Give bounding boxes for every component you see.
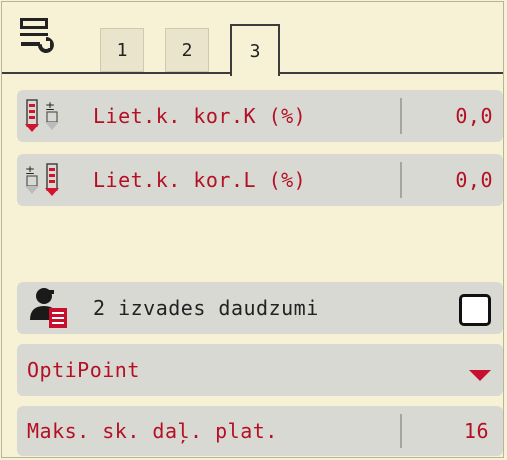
tab-1-label: 1 — [116, 39, 128, 61]
tab-bar: 1 2 3 — [2, 2, 503, 76]
optipoint-dropdown[interactable]: OptiPoint — [17, 344, 503, 396]
tab-2-label: 2 — [181, 39, 193, 61]
svg-text:±: ± — [45, 99, 56, 113]
tab-3-label: 3 — [249, 40, 261, 62]
wrench-settings-icon — [20, 18, 54, 53]
rate-correction-l-row[interactable]: ± Liet.k. kor.L (%) 0,0 — [17, 154, 503, 206]
dual-output-checkbox[interactable] — [459, 294, 491, 326]
settings-panel: 1 2 3 ± Liet.k. kor.K (%) 0,0 ± Liet.k. … — [1, 1, 504, 458]
divider — [400, 414, 402, 448]
rate-correction-k-row[interactable]: ± Liet.k. kor.K (%) 0,0 — [17, 90, 503, 142]
rate-correction-k-value[interactable]: 0,0 — [455, 104, 493, 128]
spread-rate-correction-right-icon: ± — [25, 163, 59, 196]
tab-3[interactable]: 3 — [230, 24, 280, 76]
max-sections-row[interactable]: Maks. sk. daļ. plat. 16 — [17, 406, 503, 456]
optipoint-label: OptiPoint — [27, 358, 140, 382]
dual-output-label: 2 izvades daudzumi — [93, 296, 319, 320]
spread-rate-correction-left-icon: ± — [25, 99, 59, 132]
dual-output-row[interactable]: 2 izvades daudzumi — [17, 282, 503, 334]
max-sections-value[interactable]: 16 — [464, 419, 489, 443]
rate-correction-k-label: Liet.k. kor.K (%) — [93, 104, 307, 128]
svg-text:±: ± — [25, 163, 36, 177]
rate-correction-l-label: Liet.k. kor.L (%) — [93, 168, 307, 192]
divider — [400, 98, 402, 134]
max-sections-label: Maks. sk. daļ. plat. — [27, 419, 278, 443]
tab-1[interactable]: 1 — [100, 28, 144, 72]
rate-correction-l-value[interactable]: 0,0 — [455, 168, 493, 192]
operator-document-icon — [30, 288, 67, 328]
tab-2[interactable]: 2 — [165, 28, 209, 72]
divider — [400, 162, 402, 198]
dropdown-arrow-icon[interactable] — [469, 370, 491, 381]
